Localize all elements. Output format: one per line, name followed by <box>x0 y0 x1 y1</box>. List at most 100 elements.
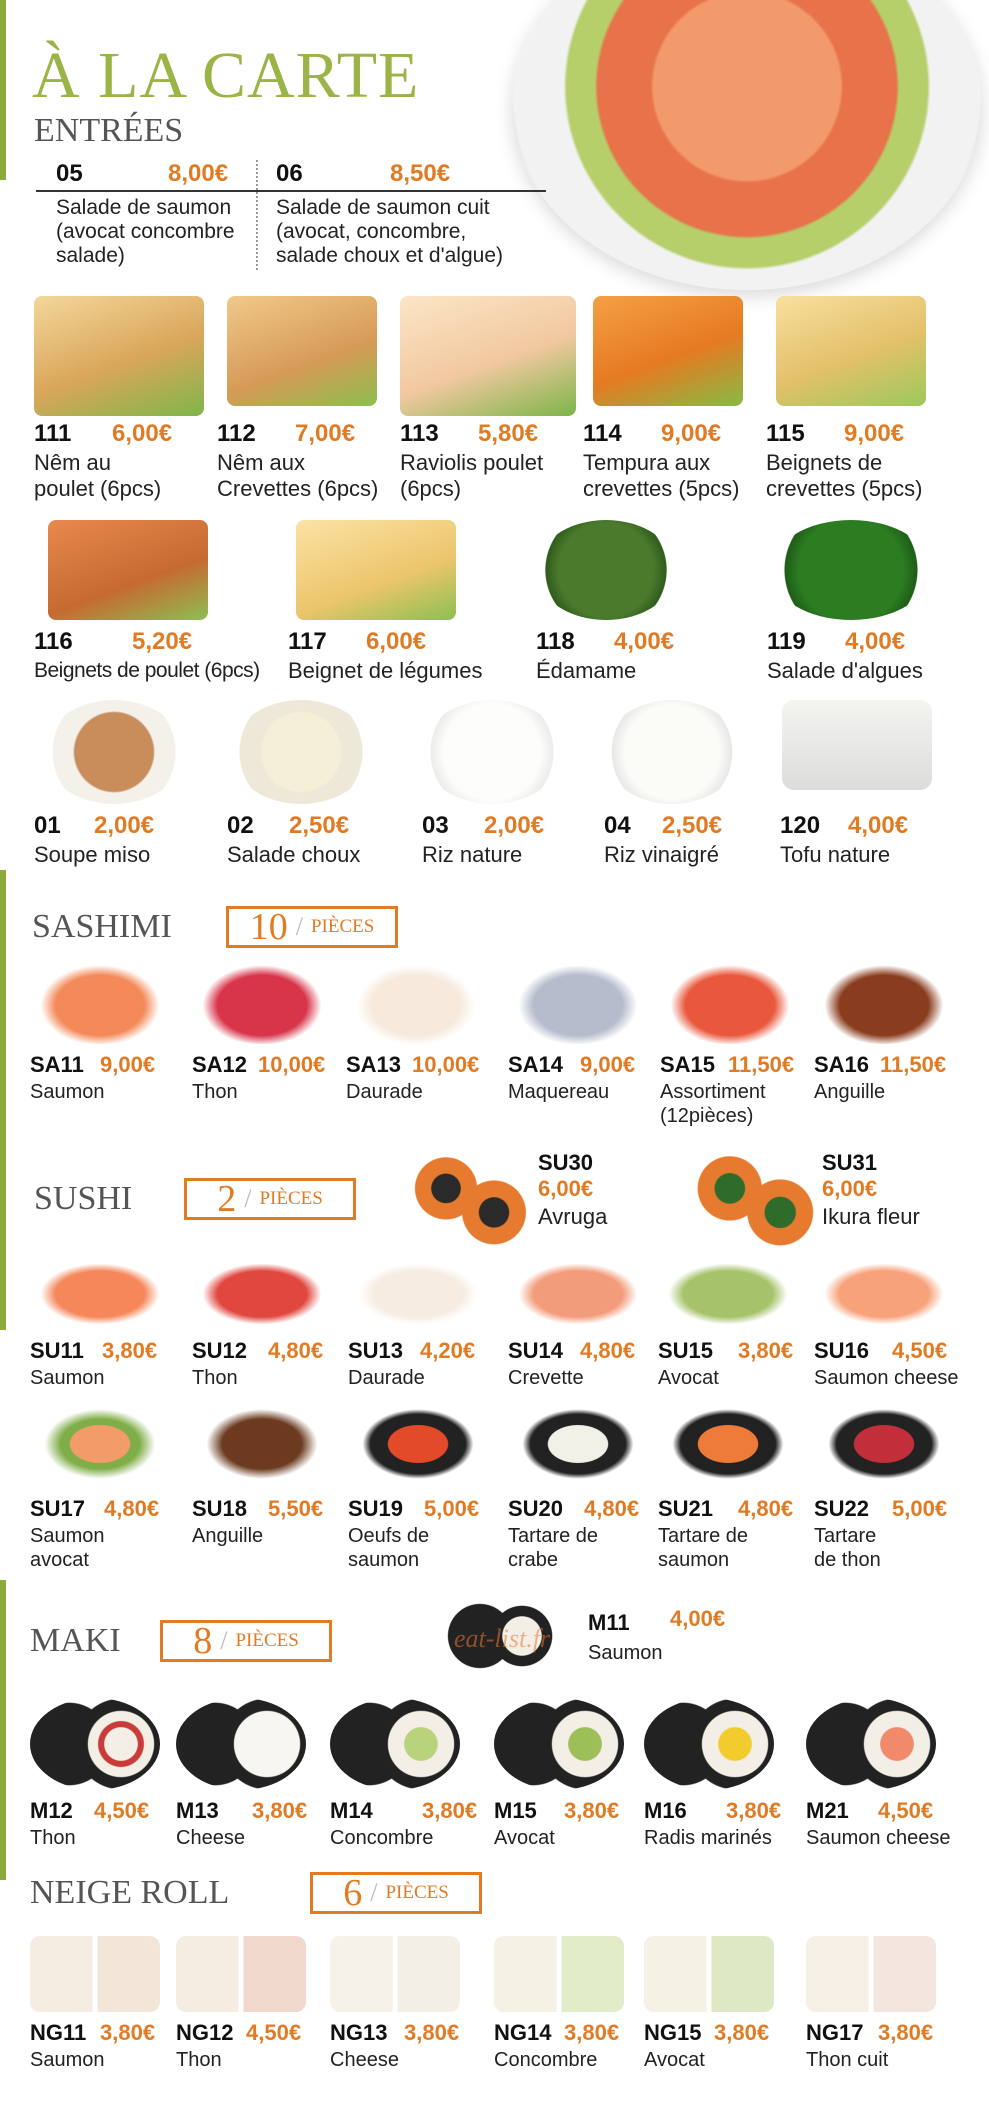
menu-item[interactable]: M14 3,80€ Concombre <box>330 1698 490 1880</box>
riz-vinaigre-photo <box>604 700 740 804</box>
nem-poulet-photo <box>34 296 204 416</box>
item-price: 4,50€ <box>94 1798 150 1823</box>
menu-item[interactable]: SA13 10,00€ Daurade <box>346 958 506 1134</box>
edamame-photo <box>536 520 676 620</box>
menu-item-114[interactable]: 114 9,00€ Tempura aux crevettes (5pcs) <box>583 296 763 506</box>
item-price: 4,50€ <box>878 1798 934 1823</box>
item-code: SU22 <box>814 1496 870 1521</box>
menu-item[interactable]: M21 4,50€ Saumon cheese <box>806 1698 966 1880</box>
menu-item-su30[interactable]: SU30 6,00€ Avruga <box>410 1150 670 1250</box>
item-code: SU13 <box>348 1338 404 1363</box>
section-title-neige-roll: NEIGE ROLL <box>30 1874 230 1911</box>
divider-dotted <box>256 160 258 270</box>
menu-item[interactable]: NG15 3,80€ Avocat <box>644 1936 804 2102</box>
menu-item[interactable]: NG17 3,80€ Thon cuit <box>806 1936 966 2102</box>
item-name: Nêm aux Crevettes (6pcs) <box>217 450 379 501</box>
pieces-badge-maki: 8 / PIÈCES <box>160 1620 332 1662</box>
item-price: 5,00€ <box>424 1496 480 1521</box>
item-code: 117 <box>288 628 327 655</box>
menu-item[interactable]: SU21 4,80€ Tartare de saumon <box>658 1400 818 1578</box>
menu-item[interactable]: M13 3,80€ Cheese <box>176 1698 336 1880</box>
item-price: 9,00€ <box>100 1052 156 1077</box>
menu-item[interactable]: SU14 4,80€ Crevette <box>508 1258 668 1420</box>
menu-item-115[interactable]: 115 9,00€ Beignets de crevettes (5pcs) <box>766 296 956 506</box>
menu-item-117[interactable]: 117 6,00€ Beignet de légumes <box>288 520 528 690</box>
item-code: M16 <box>644 1798 687 1823</box>
menu-item[interactable]: SU17 4,80€ Saumon avocat <box>30 1400 190 1578</box>
item-price: 5,50€ <box>268 1496 324 1521</box>
menu-item[interactable]: SU18 5,50€ Anguille <box>192 1400 352 1578</box>
item-code: SU30 <box>538 1150 594 1175</box>
menu-item-03[interactable]: 03 2,00€ Riz nature <box>422 700 602 880</box>
item-photo <box>192 1258 332 1330</box>
item-name: Assortiment (12pièces) <box>660 1081 766 1127</box>
item-price: 3,80€ <box>102 1338 158 1363</box>
menu-item-112[interactable]: 112 7,00€ Nêm aux Crevettes (6pcs) <box>217 296 397 506</box>
menu-item[interactable]: SU20 4,80€ Tartare de crabe <box>508 1400 668 1578</box>
item-photo <box>814 1400 954 1488</box>
item-photo <box>814 958 954 1044</box>
item-photo <box>330 1698 460 1790</box>
menu-item-05[interactable]: 05 8,00€ Salade de saumon (avocat concom… <box>56 160 256 280</box>
menu-item[interactable]: SU12 4,80€ Thon <box>192 1258 352 1420</box>
item-price: 3,80€ <box>878 2020 934 2045</box>
menu-item[interactable]: SU19 5,00€ Oeufs de saumon <box>348 1400 508 1578</box>
item-name: Crevette <box>508 1367 584 1389</box>
item-name: Anguille <box>192 1525 264 1547</box>
menu-item[interactable]: SA11 9,00€ Saumon <box>30 958 190 1134</box>
menu-item-04[interactable]: 04 2,50€ Riz vinaigré <box>604 700 774 880</box>
item-price: 6,00€ <box>538 1176 594 1201</box>
item-code: 06 <box>276 160 303 187</box>
beignets-poulet-photo <box>48 520 208 620</box>
menu-item[interactable]: M16 3,80€ Radis marinés <box>644 1698 804 1880</box>
item-code: 04 <box>604 812 631 839</box>
menu-item[interactable]: NG14 3,80€ Concombre <box>494 1936 654 2102</box>
item-name: Avocat <box>644 2049 705 2071</box>
menu-item[interactable]: SU13 4,20€ Daurade <box>348 1258 508 1420</box>
menu-item-120[interactable]: 120 4,00€ Tofu nature <box>780 700 970 880</box>
menu-item[interactable]: SU15 3,80€ Avocat <box>658 1258 818 1420</box>
pieces-badge-neige-roll: 6 / PIÈCES <box>310 1872 482 1914</box>
menu-item[interactable]: SA15 11,50€ Assortiment (12pièces) <box>660 958 820 1134</box>
salmon-salad-photo <box>512 0 982 290</box>
item-price: 11,50€ <box>880 1052 947 1077</box>
menu-item[interactable]: SU16 4,50€ Saumon cheese <box>814 1258 974 1420</box>
menu-item-06[interactable]: 06 8,50€ Salade de saumon cuit (avocat, … <box>276 160 536 280</box>
menu-item[interactable]: NG12 4,50€ Thon <box>176 1936 336 2102</box>
menu-item-116[interactable]: 116 5,20€ Beignets de poulet (6pcs) <box>34 520 274 690</box>
slash-icon: / <box>370 1878 378 1907</box>
item-code: NG12 <box>176 2020 234 2045</box>
menu-item[interactable]: SA14 9,00€ Maquereau <box>508 958 668 1134</box>
item-photo <box>814 1258 954 1330</box>
menu-item[interactable]: NG11 3,80€ Saumon <box>30 1936 190 2102</box>
slash-icon: / <box>220 1626 228 1655</box>
menu-item-111[interactable]: 111 6,00€ Nêm au poulet (6pcs) <box>34 296 214 506</box>
item-code: SA12 <box>192 1052 248 1077</box>
menu-item-113[interactable]: 113 5,80€ Raviolis poulet (6pcs) <box>400 296 580 506</box>
menu-item[interactable]: NG13 3,80€ Cheese <box>330 1936 490 2102</box>
item-name: Raviolis poulet (6pcs) <box>400 450 544 501</box>
item-name: Oeufs de saumon <box>348 1525 430 1571</box>
menu-item[interactable]: SA12 10,00€ Thon <box>192 958 352 1134</box>
menu-item-01[interactable]: 01 2,00€ Soupe miso <box>34 700 224 880</box>
item-price: 5,00€ <box>892 1496 948 1521</box>
pieces-label: PIÈCES <box>259 1188 323 1209</box>
menu-item-02[interactable]: 02 2,50€ Salade choux <box>227 700 417 880</box>
item-name: Saumon <box>30 2049 105 2071</box>
item-name: Cheese <box>330 2049 399 2071</box>
page-title: À LA CARTE <box>32 39 420 112</box>
item-price: 6,00€ <box>112 420 173 447</box>
item-price: 4,00€ <box>670 1606 726 1631</box>
item-code: 118 <box>536 628 575 655</box>
item-name: Tartare de thon <box>814 1525 881 1571</box>
menu-item[interactable]: SU11 3,80€ Saumon <box>30 1258 190 1420</box>
menu-item[interactable]: M15 3,80€ Avocat <box>494 1698 654 1880</box>
menu-item-su31[interactable]: SU31 6,00€ Ikura fleur <box>692 1150 972 1250</box>
menu-item-118[interactable]: 118 4,00€ Édamame <box>536 520 756 690</box>
menu-item-119[interactable]: 119 4,00€ Salade d'algues <box>767 520 967 690</box>
menu-item[interactable]: M12 4,50€ Thon <box>30 1698 190 1880</box>
menu-item[interactable]: SA16 11,50€ Anguille <box>814 958 974 1134</box>
menu-item[interactable]: SU22 5,00€ Tartare de thon <box>814 1400 974 1578</box>
pieces-count: 10 <box>249 906 288 948</box>
item-name: Daurade <box>346 1081 423 1103</box>
